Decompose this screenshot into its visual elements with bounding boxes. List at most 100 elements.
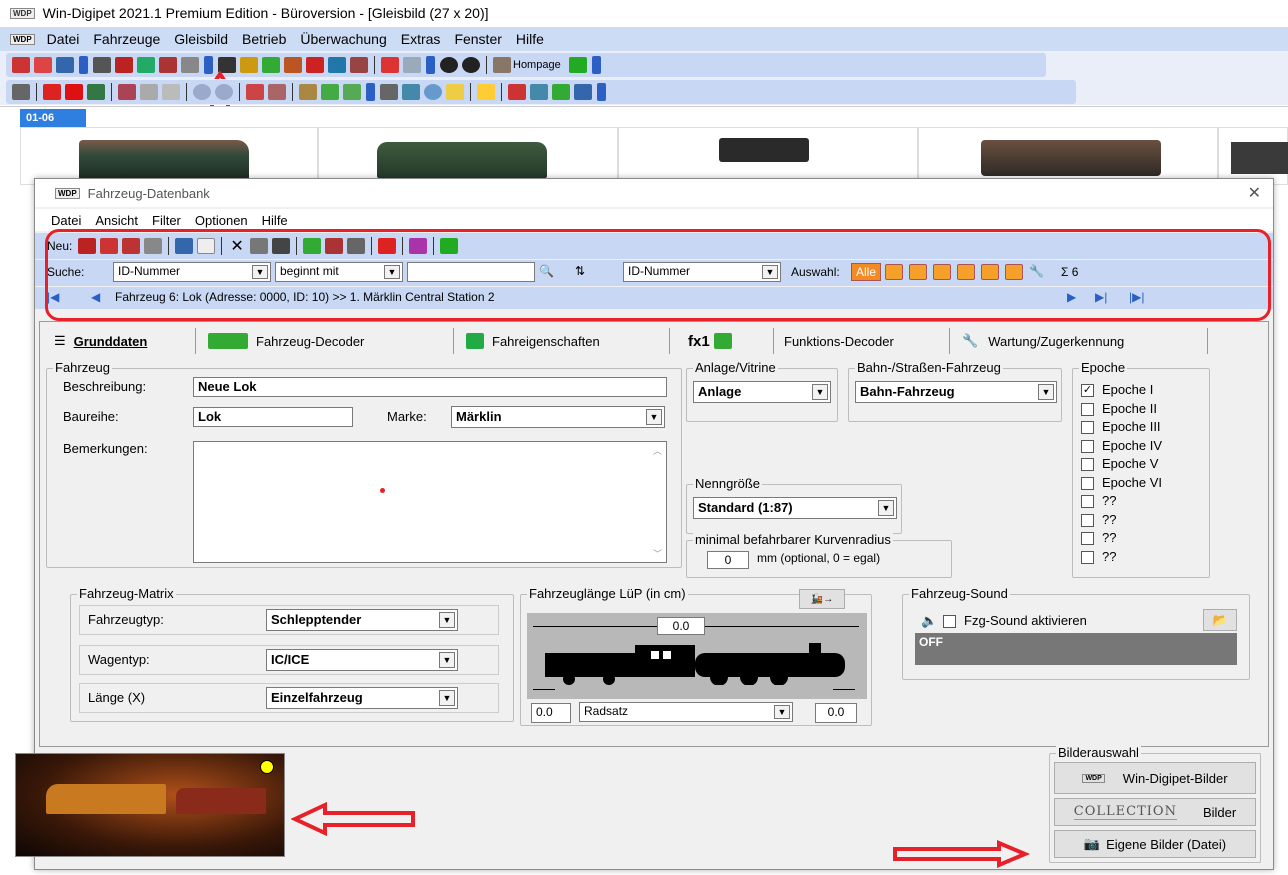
toolbar-chevron[interactable] [591, 56, 601, 74]
toolbar-chevron[interactable] [366, 83, 375, 101]
toolbar-chevron[interactable] [79, 56, 88, 74]
checkbox[interactable] [1081, 439, 1094, 453]
tool-icon[interactable] [343, 84, 361, 100]
chevron-down-icon[interactable]: ▼ [646, 409, 662, 425]
dialog-menu-optionen[interactable]: Optionen [195, 213, 248, 228]
tool-icon[interactable] [508, 84, 526, 100]
tool-icon[interactable] [380, 84, 398, 100]
anlage-select[interactable]: Anlage ▼ [693, 381, 831, 403]
menu-ueberwachung[interactable]: Überwachung [300, 31, 386, 47]
tool-icon[interactable] [402, 84, 420, 100]
laenge-select[interactable]: Einzelfahrzeug ▼ [266, 687, 458, 709]
left-offset-input[interactable]: 0.0 [531, 703, 571, 723]
toolbar-chevron[interactable] [426, 56, 435, 74]
tool-icon[interactable] [93, 57, 111, 73]
strip-cell[interactable] [318, 127, 618, 185]
checkbox[interactable]: ✓ [1081, 384, 1094, 398]
checkbox[interactable] [1081, 402, 1094, 416]
wagentyp-select[interactable]: IC/ICE ▼ [266, 649, 458, 671]
bahn-select[interactable]: Bahn-Fahrzeug ▼ [855, 381, 1057, 403]
menu-fenster[interactable]: Fenster [454, 31, 501, 47]
tool-icon[interactable] [530, 84, 548, 100]
kurvenradius-input[interactable]: 0 [707, 551, 749, 569]
tool-icon[interactable] [381, 57, 399, 73]
checkbox[interactable] [1081, 513, 1094, 527]
dialog-menu-filter[interactable]: Filter [152, 213, 181, 228]
tool-icon[interactable] [246, 84, 264, 100]
search-icon[interactable] [403, 57, 421, 73]
chevron-down-icon[interactable]: ▼ [878, 500, 894, 516]
vehicle-photo[interactable] [15, 753, 285, 857]
epoche-item[interactable]: Epoche II [1081, 400, 1162, 419]
zoom-in-icon[interactable] [193, 84, 211, 100]
strip-cell[interactable] [618, 127, 918, 185]
tool-icon[interactable] [43, 84, 61, 100]
chevron-down-icon[interactable]: ▼ [774, 705, 790, 719]
menu-hilfe[interactable]: Hilfe [516, 31, 544, 47]
tab-grunddaten[interactable]: ☰ Grunddaten [46, 328, 196, 354]
scroll-up-icon[interactable]: ︿ [653, 444, 662, 457]
tools-icon[interactable] [493, 57, 511, 73]
offset-mode-select[interactable]: Radsatz ▼ [579, 702, 793, 722]
checkbox[interactable] [1081, 421, 1094, 435]
note-icon[interactable] [446, 84, 464, 100]
close-icon[interactable]: ✕ [1248, 183, 1261, 203]
chevron-down-icon[interactable]: ▼ [439, 690, 455, 706]
tool-icon[interactable] [574, 84, 592, 100]
tool-icon[interactable] [34, 57, 52, 73]
checkbox[interactable] [1081, 458, 1094, 472]
epoche-item[interactable]: Epoche III [1081, 418, 1162, 437]
homepage-button[interactable]: Hompage [513, 59, 561, 71]
tool-icon[interactable] [268, 84, 286, 100]
epoche-item[interactable]: ?? [1081, 529, 1162, 548]
chevron-down-icon[interactable]: ▼ [439, 612, 455, 628]
eigene-bilder-button[interactable]: 📷 Eigene Bilder (Datei) [1054, 830, 1256, 858]
total-length-input[interactable]: 0.0 [657, 617, 705, 635]
exit-icon[interactable] [568, 57, 587, 73]
epoche-item[interactable]: ?? [1081, 511, 1162, 530]
baureihe-input[interactable]: Lok [193, 407, 353, 427]
tool-icon[interactable] [137, 57, 155, 73]
open-folder-button[interactable]: 📂 [1203, 609, 1237, 631]
marke-select[interactable]: Märklin ▼ [451, 406, 665, 428]
epoche-item[interactable]: ✓ Epoche I [1081, 381, 1162, 400]
menu-datei[interactable]: Datei [47, 31, 80, 47]
tab-fahreigenschaften[interactable]: Fahreigenschaften [456, 328, 670, 354]
epoche-item[interactable]: Epoche VI [1081, 474, 1162, 493]
chevron-down-icon[interactable]: ▼ [1038, 384, 1054, 400]
checkbox[interactable] [1081, 495, 1094, 509]
menu-extras[interactable]: Extras [401, 31, 441, 47]
tool-icon[interactable] [552, 84, 570, 100]
tool-icon[interactable] [306, 57, 324, 73]
tool-icon[interactable] [12, 57, 30, 73]
sound-checkbox[interactable]: Fzg-Sound aktivieren [943, 613, 1087, 629]
chevron-down-icon[interactable]: ▼ [812, 384, 828, 400]
epoche-item[interactable]: Epoche IV [1081, 437, 1162, 456]
dialog-menu-hilfe[interactable]: Hilfe [262, 213, 288, 228]
tool-icon[interactable] [284, 57, 302, 73]
clock-icon[interactable] [424, 84, 442, 100]
tool-icon[interactable] [162, 84, 180, 100]
epoche-item[interactable]: ?? [1081, 492, 1162, 511]
tool-icon[interactable] [159, 57, 177, 73]
zoom-out-icon[interactable] [215, 84, 233, 100]
checkbox[interactable] [1081, 476, 1094, 490]
toolbar-chevron[interactable] [597, 83, 606, 101]
strip-cell[interactable] [1218, 127, 1288, 185]
dialog-menu-ansicht[interactable]: Ansicht [95, 213, 138, 228]
tab-fx1[interactable]: fx1 [680, 328, 774, 354]
wdp-bilder-button[interactable]: WDP Win-Digipet-Bilder [1054, 762, 1256, 794]
beschreibung-input[interactable]: Neue Lok [193, 377, 667, 397]
checkbox[interactable] [1081, 532, 1094, 546]
scroll-down-icon[interactable]: ﹀ [653, 547, 662, 560]
strip-cell[interactable] [20, 127, 318, 185]
signal-icon[interactable] [140, 84, 158, 100]
tool-icon[interactable] [262, 57, 280, 73]
circle-1-icon[interactable] [440, 57, 458, 73]
strip-tab[interactable]: 01-06 [20, 109, 86, 127]
tool-icon[interactable] [118, 84, 136, 100]
tool-icon[interactable] [299, 84, 317, 100]
tab-funktions-decoder[interactable]: Funktions-Decoder [774, 328, 950, 354]
tool-icon[interactable] [350, 57, 368, 73]
lightning-icon[interactable] [477, 84, 495, 100]
